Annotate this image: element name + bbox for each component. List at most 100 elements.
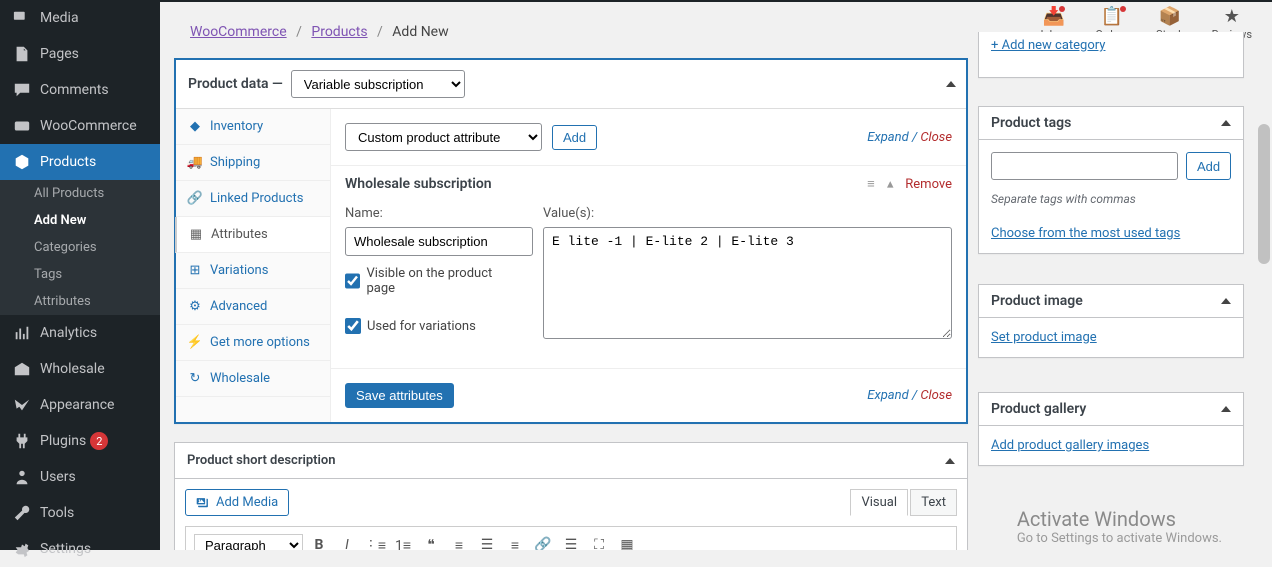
scrollbar-thumb[interactable]	[1258, 124, 1270, 264]
menu-item-pages[interactable]: Pages	[0, 36, 160, 72]
menu-item-tools[interactable]: Tools	[0, 495, 160, 531]
product-image-box: Product image Set product image	[978, 284, 1244, 358]
submenu-item-categories[interactable]: Categories	[0, 234, 160, 261]
menu-item-analytics[interactable]: Analytics	[0, 315, 160, 351]
align-right-button[interactable]: ≡	[503, 533, 527, 550]
expand-close-link[interactable]: Expand / Close	[867, 130, 952, 145]
link-button[interactable]: 🔗	[531, 533, 555, 550]
text-tab[interactable]: Text	[910, 489, 957, 516]
submenu-item-all-products[interactable]: All Products	[0, 180, 160, 207]
tab-inventory[interactable]: ◆Inventory	[176, 109, 330, 145]
most-used-tags-link[interactable]: Choose from the most used tags	[991, 226, 1180, 241]
tab-variations[interactable]: ⊞Variations	[176, 253, 330, 289]
tags-description: Separate tags with commas	[991, 192, 1231, 206]
inv-icon: ◆	[188, 120, 202, 134]
woo-icon	[12, 116, 32, 136]
panel-toggle-icon[interactable]	[1221, 406, 1231, 412]
bold-button[interactable]: B	[307, 533, 331, 550]
stock-icon: 📦	[1159, 6, 1181, 28]
menu-item-comments[interactable]: Comments	[0, 72, 160, 108]
toolbar-toggle-button[interactable]: ▦	[615, 533, 639, 550]
variations-checkbox[interactable]	[345, 318, 361, 334]
tab-advanced[interactable]: ⚙Advanced	[176, 289, 330, 325]
submenu-item-tags[interactable]: Tags	[0, 261, 160, 288]
reorder-icon[interactable]: ≡	[867, 176, 875, 192]
menu-item-media[interactable]: Media	[0, 0, 160, 36]
attribute-name-label: Name:	[345, 206, 533, 221]
bullet-list-button[interactable]: ⋮≡	[363, 533, 387, 550]
fullscreen-button[interactable]: ⛶	[587, 533, 611, 550]
align-left-button[interactable]: ≡	[447, 533, 471, 550]
align-center-button[interactable]: ☰	[475, 533, 499, 550]
media-icon	[196, 496, 210, 510]
readmore-button[interactable]: ☰	[559, 533, 583, 550]
expand-close-link-bottom[interactable]: Expand / Close	[867, 388, 952, 403]
main-content: 📥Inbox📋Orders📦Stock★Reviews WooCommerce …	[160, 2, 1272, 550]
tab-attributes[interactable]: ▦Attributes	[175, 217, 330, 253]
menu-item-users[interactable]: Users	[0, 459, 160, 495]
quote-button[interactable]: ❝	[419, 533, 443, 550]
media-icon	[12, 8, 32, 28]
italic-button[interactable]: I	[335, 533, 359, 550]
more-icon: ⚡	[188, 336, 202, 350]
tab-get-more-options[interactable]: ⚡Get more options	[176, 325, 330, 361]
add-attribute-button[interactable]: Add	[552, 125, 597, 150]
add-gallery-images-link[interactable]: Add product gallery images	[991, 438, 1149, 453]
admin-menu: MediaPagesCommentsWooCommerceProductsAll…	[0, 0, 160, 550]
menu-item-plugins[interactable]: Plugins2	[0, 423, 160, 459]
add-media-button[interactable]: Add Media	[185, 489, 289, 516]
attribute-values-label: Value(s):	[543, 206, 952, 221]
breadcrumb-separator: /	[377, 24, 383, 40]
menu-item-wholesale[interactable]: Wholesale	[0, 351, 160, 387]
visible-checkbox-label[interactable]: Visible on the product page	[345, 266, 519, 296]
attribute-type-select[interactable]: Custom product attribute	[345, 123, 542, 151]
breadcrumb-products[interactable]: Products	[311, 24, 367, 40]
set-product-image-link[interactable]: Set product image	[991, 330, 1097, 345]
adv-icon: ⚙	[188, 300, 202, 314]
analytics-icon	[12, 323, 32, 343]
vertical-scrollbar[interactable]	[1256, 4, 1272, 550]
remove-attribute-link[interactable]: Remove	[905, 177, 952, 192]
format-select[interactable]: Paragraph	[194, 534, 303, 551]
attribute-values-textarea[interactable]	[543, 227, 952, 339]
settings-icon	[12, 539, 32, 559]
var-icon: ⊞	[188, 264, 202, 278]
panel-toggle-icon[interactable]	[1221, 120, 1231, 126]
panel-toggle-icon[interactable]	[945, 458, 955, 464]
appearance-icon	[12, 395, 32, 415]
variations-checkbox-label[interactable]: Used for variations	[345, 318, 519, 334]
save-attributes-button[interactable]: Save attributes	[345, 383, 454, 408]
reviews-icon: ★	[1224, 6, 1240, 28]
users-icon	[12, 467, 32, 487]
short-description-title: Product short description	[187, 453, 336, 468]
tag-input[interactable]	[991, 152, 1178, 180]
collapse-icon[interactable]: ▾	[887, 177, 894, 192]
visible-checkbox[interactable]	[345, 273, 360, 289]
product-data-panel: Product data — Variable subscription ◆In…	[174, 58, 968, 424]
breadcrumb-woocommerce[interactable]: WooCommerce	[190, 24, 287, 40]
visual-tab[interactable]: Visual	[850, 489, 908, 516]
tab-shipping[interactable]: 🚚Shipping	[176, 145, 330, 181]
product-gallery-title: Product gallery	[991, 401, 1086, 417]
menu-item-settings[interactable]: Settings	[0, 531, 160, 567]
tab-linked-products[interactable]: 🔗Linked Products	[176, 181, 330, 217]
product-data-header: Product data — Variable subscription	[176, 60, 966, 109]
page-icon	[12, 44, 32, 64]
plugins-icon	[12, 431, 32, 451]
menu-item-products[interactable]: Products	[0, 144, 160, 180]
submenu-item-add-new[interactable]: Add New	[0, 207, 160, 234]
panel-toggle-icon[interactable]	[1221, 298, 1231, 304]
menu-item-appearance[interactable]: Appearance	[0, 387, 160, 423]
panel-toggle-icon[interactable]	[946, 81, 956, 87]
add-category-box: + Add new category	[978, 32, 1244, 78]
product-type-select[interactable]: Variable subscription	[291, 70, 465, 98]
product-tags-box: Product tags Add Separate tags with comm…	[978, 106, 1244, 254]
product-data-tabs: ◆Inventory🚚Shipping🔗Linked Products▦Attr…	[176, 109, 331, 422]
menu-item-woocommerce[interactable]: WooCommerce	[0, 108, 160, 144]
attribute-name-input[interactable]	[345, 227, 533, 256]
tab-wholesale[interactable]: ↻Wholesale	[176, 361, 330, 397]
add-tag-button[interactable]: Add	[1186, 152, 1231, 180]
number-list-button[interactable]: 1≡	[391, 533, 415, 550]
submenu-item-attributes[interactable]: Attributes	[0, 288, 160, 315]
add-new-category-link[interactable]: + Add new category	[991, 38, 1105, 53]
